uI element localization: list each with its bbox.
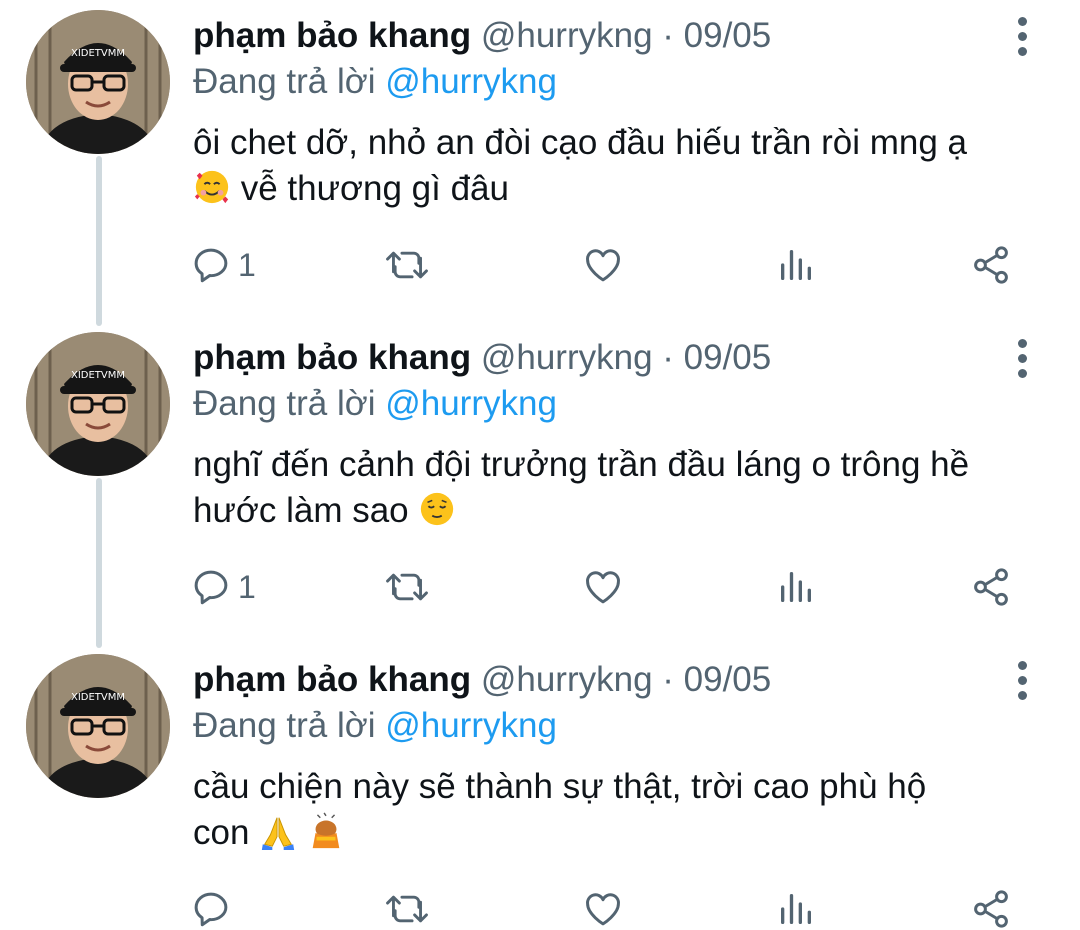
smiling-face-with-hearts-icon [194,170,229,204]
tweet-text-line: nghĩ đến cảnh đội trưởng trần đầu láng o… [193,445,970,484]
heart-icon [586,249,620,282]
tweet-thread: XIDETVMM phạm bảo khang @hurrykng · 09/0… [0,0,1080,930]
like-button[interactable] [582,884,624,930]
action-bar: 1 [190,562,1020,612]
action-bar: 1 [190,240,1020,290]
mention-link[interactable]: @hurrykng [385,62,557,101]
tweet-text: nghĩ đến cảnh đội trưởng trần đầu láng o… [193,442,1053,534]
reply-button[interactable] [190,884,238,930]
user-handle[interactable]: @hurrykng [481,338,653,377]
analytics-icon [781,250,811,280]
more-options-icon[interactable] [1005,658,1039,702]
reply-icon [194,248,228,283]
display-name[interactable]: phạm bảo khang [193,16,471,55]
mention-link[interactable]: @hurrykng [385,706,557,745]
heart-icon [586,571,620,604]
tweet-text-line: cầu chiện này sẽ thành sự thật, trời cao… [193,767,927,806]
replying-label: Đang trả lời [193,706,376,745]
share-icon [974,890,1008,928]
avatar[interactable]: XIDETVMM [26,10,170,154]
tweet[interactable]: XIDETVMM phạm bảo khang @hurrykng · 09/0… [0,0,1080,320]
tweet-text-line: con [193,813,250,852]
tweet[interactable]: XIDETVMM phạm bảo khang @hurrykng · 09/0… [0,644,1080,930]
svg-text:XIDETVMM: XIDETVMM [71,48,125,59]
retweet-button[interactable] [385,884,429,930]
retweet-button[interactable] [385,240,429,290]
tweet-text: cầu chiện này sẽ thành sự thật, trời cao… [193,764,1053,856]
retweet-button[interactable] [385,562,429,612]
heart-icon [586,893,620,926]
replying-to: Đang trả lời @hurrykng [193,704,557,748]
folded-hands-icon [262,817,295,850]
more-options-icon[interactable] [1005,336,1039,380]
tweet-header: phạm bảo khang @hurrykng · 09/05 [193,14,771,58]
analytics-icon [781,894,811,924]
reply-button[interactable]: 1 [190,240,256,290]
tweet-text-line: ôi chet dỡ, nhỏ an đòi cạo đầu hiếu trần… [193,123,968,162]
reply-icon [194,570,228,605]
tweet-header: phạm bảo khang @hurrykng · 09/05 [193,658,771,702]
share-icon [974,246,1008,284]
reply-icon [194,892,228,927]
share-button[interactable] [970,240,1012,290]
share-button[interactable] [970,884,1012,930]
mention-link[interactable]: @hurrykng [385,384,557,423]
person-bowing-icon [312,812,340,849]
analytics-icon [781,572,811,602]
relieved-face-icon [421,492,454,526]
replying-label: Đang trả lời [193,62,376,101]
tweet[interactable]: XIDETVMM phạm bảo khang @hurrykng · 09/0… [0,322,1080,642]
svg-text:XIDETVMM: XIDETVMM [71,692,125,703]
separator: · [662,16,674,55]
reply-count: 1 [238,568,256,605]
separator: · [662,660,674,699]
user-handle[interactable]: @hurrykng [481,660,653,699]
display-name[interactable]: phạm bảo khang [193,338,471,377]
retweet-icon [386,251,428,279]
more-options-icon[interactable] [1005,14,1039,58]
views-button[interactable] [776,562,816,612]
retweet-icon [386,895,428,923]
like-button[interactable] [582,562,624,612]
avatar[interactable]: XIDETVMM [26,332,170,476]
replying-to: Đang trả lời @hurrykng [193,60,557,104]
like-button[interactable] [582,240,624,290]
tweet-date[interactable]: 09/05 [684,338,772,377]
reply-count: 1 [238,246,256,283]
svg-text:XIDETVMM: XIDETVMM [71,370,125,381]
replying-to: Đang trả lời @hurrykng [193,382,557,426]
avatar[interactable]: XIDETVMM [26,654,170,798]
tweet-header: phạm bảo khang @hurrykng · 09/05 [193,336,771,380]
action-bar [190,884,1020,930]
retweet-icon [386,573,428,601]
reply-button[interactable]: 1 [190,562,256,612]
tweet-text-line: vễ thương gì đâu [240,169,509,208]
separator: · [662,338,674,377]
tweet-date[interactable]: 09/05 [684,660,772,699]
share-button[interactable] [970,562,1012,612]
tweet-text-line: hước làm sao [193,491,409,530]
views-button[interactable] [776,884,816,930]
replying-label: Đang trả lời [193,384,376,423]
views-button[interactable] [776,240,816,290]
tweet-date[interactable]: 09/05 [684,16,772,55]
share-icon [974,568,1008,606]
tweet-text: ôi chet dỡ, nhỏ an đòi cạo đầu hiếu trần… [193,120,1053,212]
user-handle[interactable]: @hurrykng [481,16,653,55]
display-name[interactable]: phạm bảo khang [193,660,471,699]
